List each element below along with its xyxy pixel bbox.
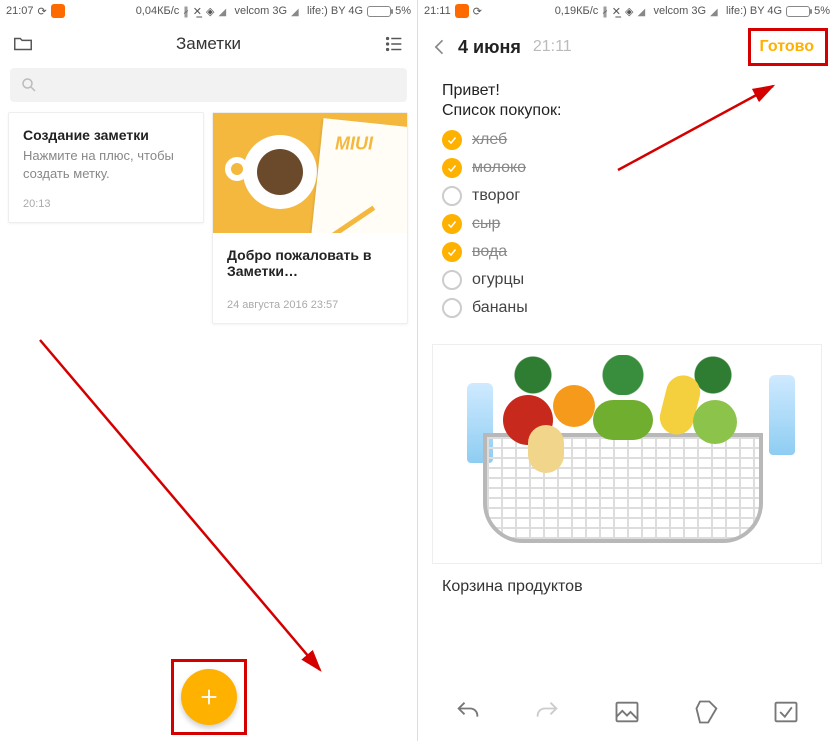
page-title: Заметки (44, 34, 373, 54)
annotation-arrow-to-fab (40, 340, 360, 690)
checklist-label: вода (472, 243, 507, 261)
carrier-1: velcom 3G (234, 5, 287, 17)
sync-icon: ⟳ (38, 5, 47, 18)
card-time: 20:13 (9, 192, 203, 222)
checklist-label: творог (472, 187, 520, 205)
checklist: хлеб молоко творог сыр вода огурцы бананы (442, 126, 812, 322)
carrier-2: life:) BY 4G (307, 5, 363, 17)
note-time: 21:11 (533, 38, 572, 56)
card-subtitle: Нажмите на плюс, чтобы создать метку. (23, 147, 189, 182)
folder-icon[interactable] (12, 33, 34, 55)
checklist-label: сыр (472, 215, 500, 233)
status-bar: 21:11 ⟳ 0,19КБ/с ∦ ✕̲ ◈ velcom 3G life:)… (418, 0, 836, 22)
checklist-label: хлеб (472, 131, 507, 149)
dnd-icon: ✕̲ (193, 5, 202, 18)
net-speed: 0,19КБ/с (555, 5, 599, 17)
search-icon (20, 76, 38, 94)
checklist-item[interactable]: молоко (442, 154, 812, 182)
checklist-label: бананы (472, 299, 528, 317)
add-note-button[interactable] (181, 669, 237, 725)
bluetooth-icon: ∦ (602, 5, 608, 18)
undo-button[interactable] (454, 698, 482, 726)
notes-header: Заметки (0, 22, 417, 66)
search-input[interactable] (10, 68, 407, 102)
insert-image-button[interactable] (613, 698, 641, 726)
checklist-item[interactable]: творог (442, 182, 812, 210)
status-time: 21:11 (424, 5, 451, 17)
card-title: Добро пожаловать в Заметки… (227, 247, 393, 279)
note-line-title: Список покупок: (442, 102, 812, 120)
editor-toolbar (418, 683, 836, 741)
signal-icon-1 (218, 6, 230, 16)
card-time: 24 августа 2016 23:57 (213, 293, 407, 323)
checkbox-unchecked-icon[interactable] (442, 298, 462, 318)
checklist-label: огурцы (472, 271, 524, 289)
dnd-icon: ✕̲ (612, 5, 621, 18)
signal-icon-1 (637, 6, 649, 16)
app-badge-icon (51, 4, 65, 18)
note-line-greeting: Привет! (442, 82, 812, 100)
checklist-item[interactable]: хлеб (442, 126, 812, 154)
status-time: 21:07 (6, 5, 34, 17)
back-button[interactable] (430, 37, 450, 57)
checklist-item[interactable]: бананы (442, 294, 812, 322)
wifi-icon: ◈ (625, 5, 633, 18)
app-badge-icon (455, 4, 469, 18)
battery-pct: 5% (395, 5, 411, 17)
checkbox-checked-icon[interactable] (442, 242, 462, 262)
signal-icon-2 (710, 6, 722, 16)
battery-icon (367, 6, 391, 17)
note-header: 4 июня 21:11 Готово (418, 22, 836, 72)
checkbox-checked-icon[interactable] (442, 214, 462, 234)
card-image: MIUI (213, 113, 407, 233)
status-bar: 21:07 ⟳ 0,04КБ/с ∦ ✕̲ ◈ velcom 3G life:)… (0, 0, 417, 22)
checkbox-checked-icon[interactable] (442, 130, 462, 150)
checklist-item[interactable]: сыр (442, 210, 812, 238)
note-card[interactable]: MIUI Добро пожаловать в Заметки… 24 авгу… (212, 112, 408, 324)
carrier-2: life:) BY 4G (726, 5, 782, 17)
checklist-item[interactable]: огурцы (442, 266, 812, 294)
done-button[interactable]: Готово (750, 32, 824, 62)
checklist-label: молоко (472, 159, 526, 177)
carrier-1: velcom 3G (653, 5, 706, 17)
sync-icon: ⟳ (473, 5, 482, 18)
note-image[interactable] (432, 344, 822, 564)
card-title: Создание заметки (23, 127, 189, 143)
note-date: 4 июня (458, 37, 521, 58)
redo-button[interactable] (533, 698, 561, 726)
checkbox-unchecked-icon[interactable] (442, 186, 462, 206)
battery-pct: 5% (814, 5, 830, 17)
checkbox-checked-icon[interactable] (442, 158, 462, 178)
net-speed: 0,04КБ/с (136, 5, 180, 17)
checklist-item[interactable]: вода (442, 238, 812, 266)
note-body[interactable]: Привет! Список покупок: хлеб молоко творог… (418, 72, 836, 322)
note-card[interactable]: Создание заметки Нажмите на плюс, чтобы … (8, 112, 204, 223)
miui-label: MIUI (335, 133, 373, 154)
insert-tag-button[interactable] (693, 698, 721, 726)
image-caption: Корзина продуктов (418, 572, 836, 616)
wifi-icon: ◈ (206, 5, 214, 18)
checkbox-unchecked-icon[interactable] (442, 270, 462, 290)
insert-checklist-button[interactable] (772, 698, 800, 726)
bluetooth-icon: ∦ (183, 5, 189, 18)
battery-icon (786, 6, 810, 17)
view-list-icon[interactable] (383, 33, 405, 55)
signal-icon-2 (291, 6, 303, 16)
